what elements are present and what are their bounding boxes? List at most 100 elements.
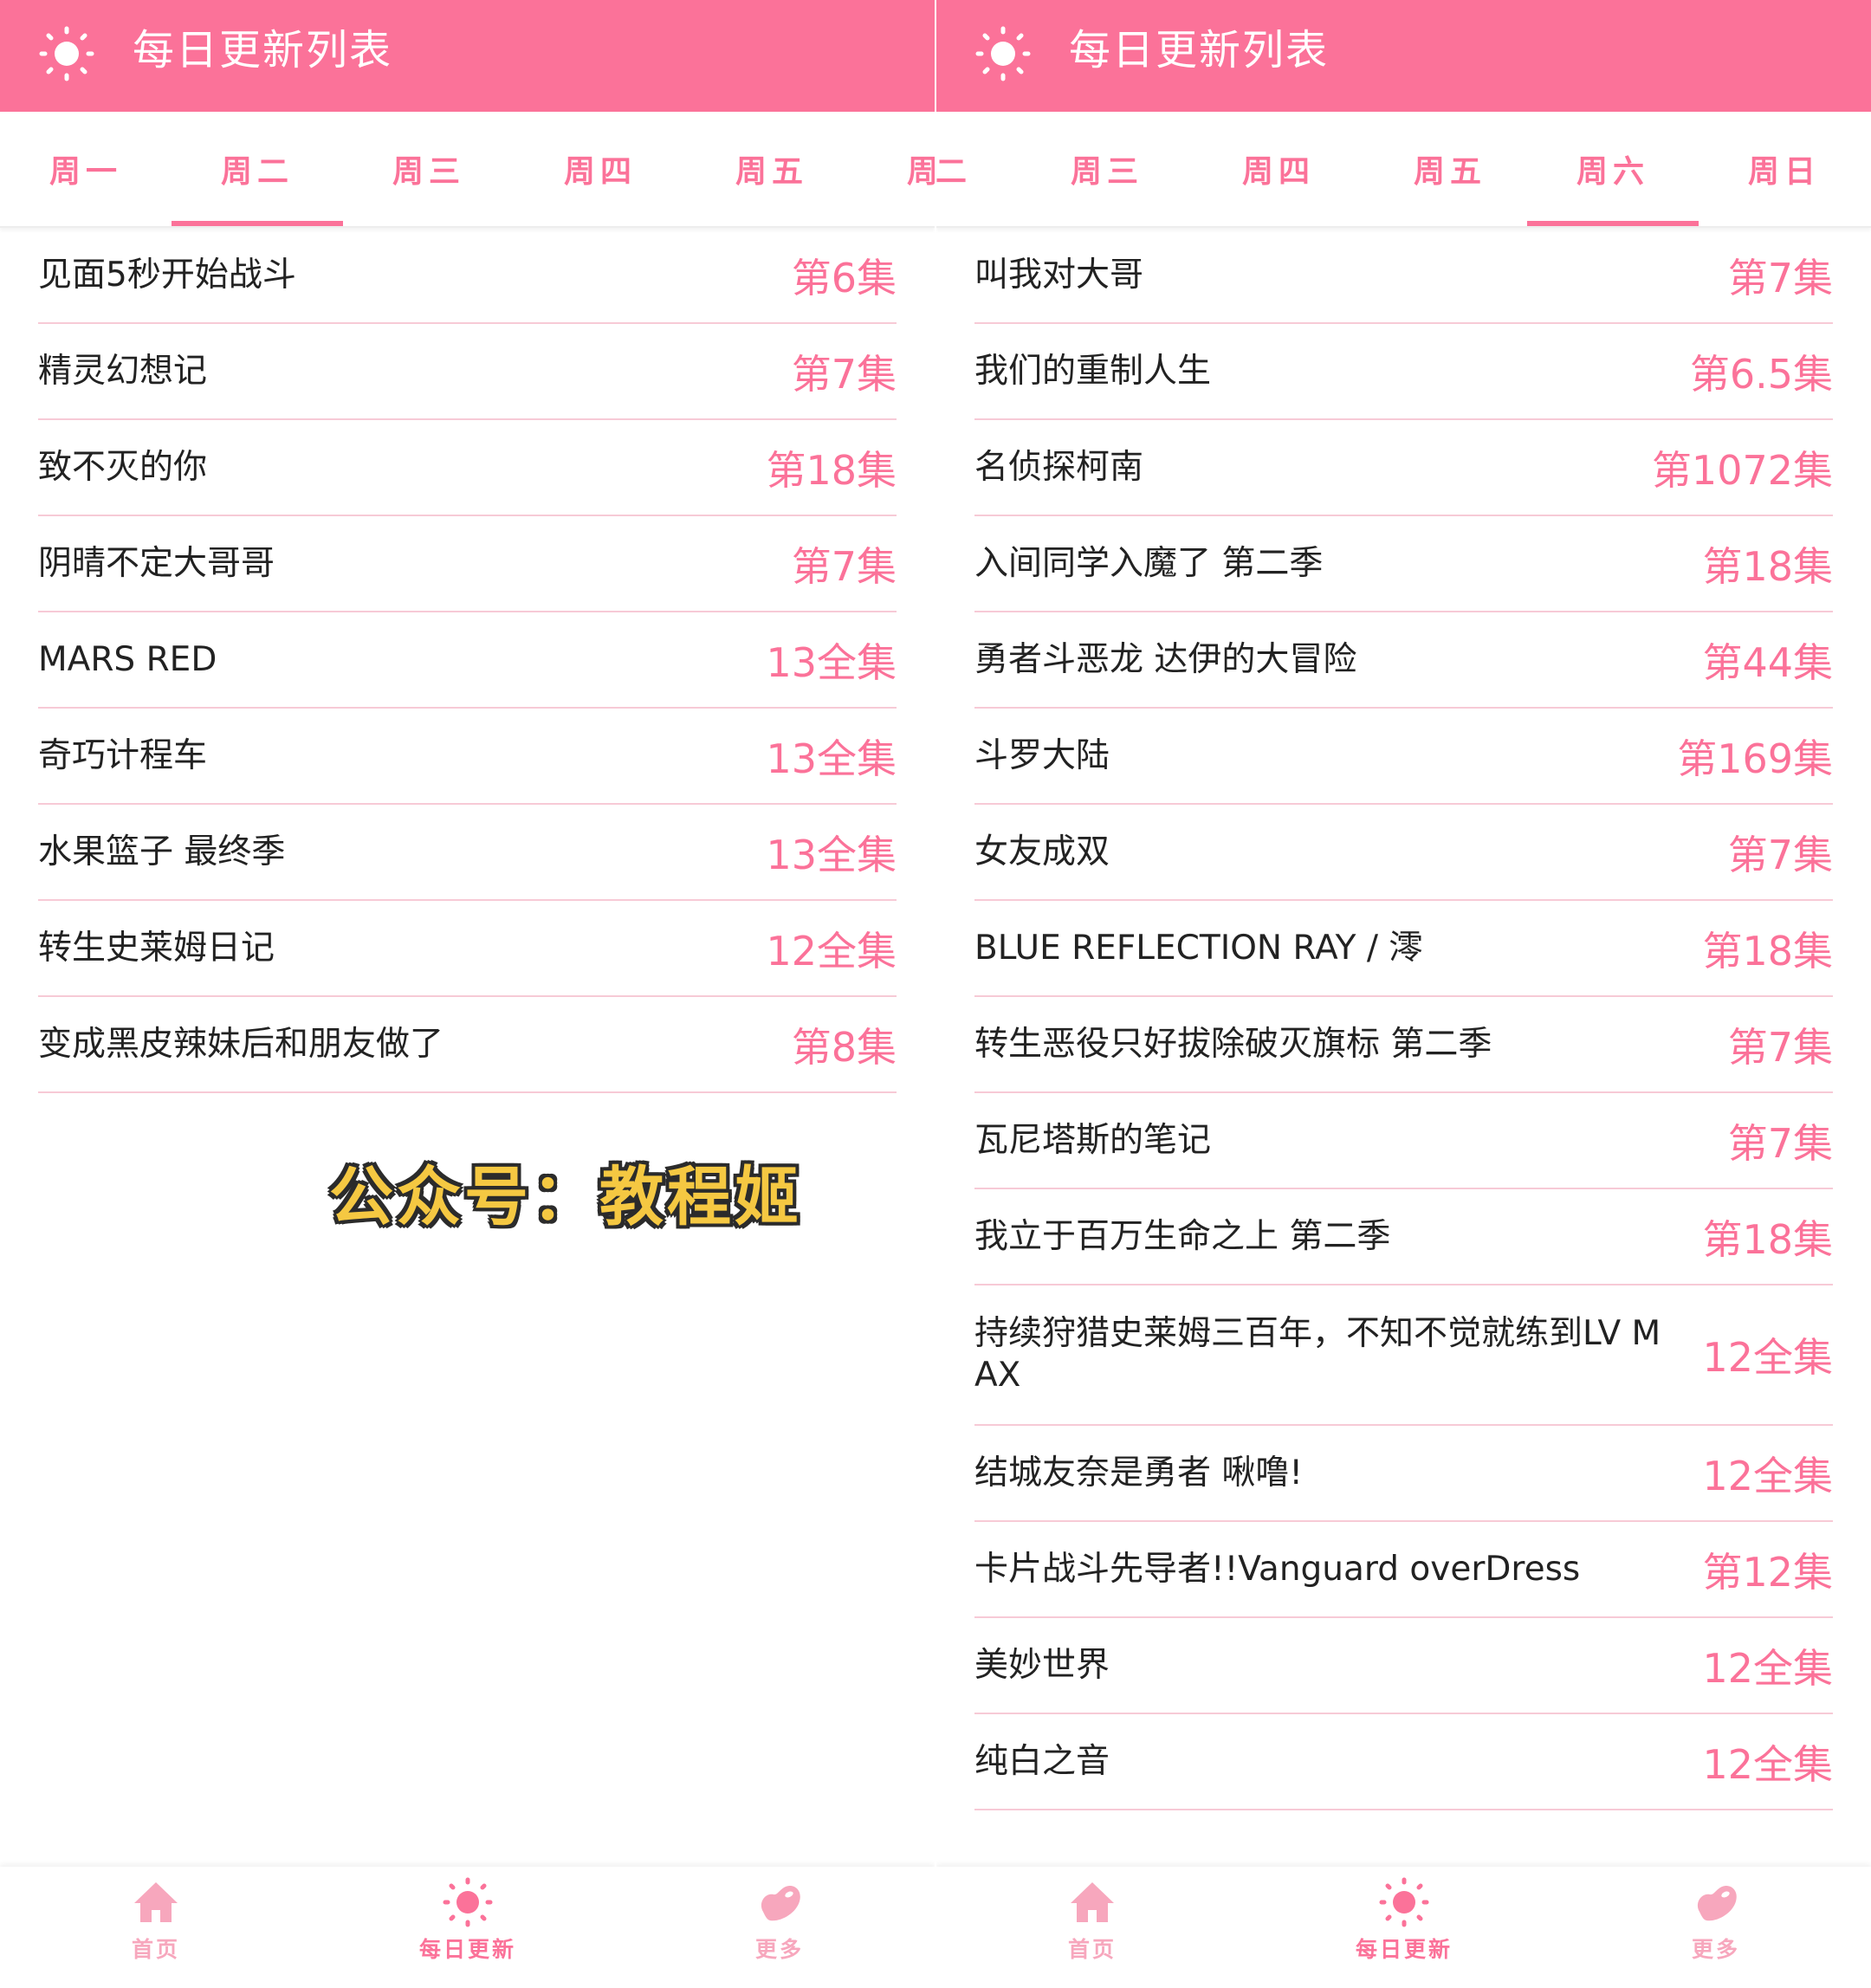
list-item[interactable]: 入间同学入魔了 第二季 第18集	[974, 516, 1833, 612]
anime-title: 瓦尼塔斯的笔记	[974, 1120, 1212, 1160]
anime-title: 勇者斗恶龙 达伊的大冒险	[974, 639, 1357, 679]
list-item[interactable]: 我立于百万生命之上 第二季 第18集	[974, 1189, 1833, 1285]
bottom-nav: 首页 每日更新 更多	[0, 1867, 935, 1988]
episode-count: 12全集	[1702, 1644, 1833, 1692]
app-bar: 每日更新列表	[0, 0, 935, 112]
tab-thursday[interactable]: 周四	[1193, 112, 1364, 226]
episode-count: 第1072集	[1651, 446, 1833, 494]
list-item[interactable]: 奇巧计程车 13全集	[38, 709, 897, 805]
list-item[interactable]: 变成黑皮辣妹后和朋友做了 第8集	[38, 997, 897, 1093]
episode-count: 第6.5集	[1689, 350, 1833, 398]
episode-count: 第7集	[791, 350, 897, 398]
watermark: 公众号：教程姬	[329, 1160, 802, 1234]
anime-title: MARS RED	[38, 639, 217, 679]
list-item[interactable]: 美妙世界 12全集	[974, 1618, 1833, 1714]
nav-home[interactable]: 首页	[1006, 1877, 1179, 1981]
nav-more-label: 更多	[1691, 1937, 1740, 1962]
anime-title: 致不灭的你	[38, 447, 208, 487]
home-icon	[1071, 1882, 1114, 1922]
anime-title: 转生史莱姆日记	[38, 928, 275, 968]
home-icon	[134, 1882, 178, 1922]
list-item[interactable]: 名侦探柯南 第1072集	[974, 420, 1833, 516]
episode-count: 第7集	[1727, 254, 1833, 301]
episode-count: 12全集	[1702, 1334, 1833, 1381]
list-item[interactable]: 卡片战斗先导者!!Vanguard overDress 第12集	[974, 1522, 1833, 1618]
anime-title: 转生恶役只好拔除破灭旗标 第二季	[974, 1024, 1492, 1064]
list-item[interactable]: 转生恶役只好拔除破灭旗标 第二季 第7集	[974, 997, 1833, 1093]
nav-more-label: 更多	[754, 1937, 804, 1962]
screen-right: 每日更新列表 周二 周三 周四 周五 周六 周日 叫我对大哥 第7集 我们的重制…	[936, 0, 1871, 1988]
bean-icon	[1697, 1885, 1737, 1921]
nav-more[interactable]: 更多	[1629, 1877, 1803, 1981]
list-item[interactable]: MARS RED 13全集	[38, 612, 897, 709]
episode-count: 第7集	[1727, 831, 1833, 878]
list-item[interactable]: 结城友奈是勇者 啾噜! 12全集	[974, 1426, 1833, 1522]
list-item[interactable]: 水果篮子 最终季 13全集	[38, 805, 897, 901]
anime-title: 纯白之音	[974, 1741, 1110, 1781]
anime-title: 变成黑皮辣妹后和朋友做了	[38, 1024, 444, 1064]
tab-friday[interactable]: 周五	[1364, 112, 1536, 226]
page-title: 每日更新列表	[133, 26, 393, 74]
nav-home[interactable]: 首页	[69, 1877, 243, 1981]
anime-title: 卡片战斗先导者!!Vanguard overDress	[974, 1549, 1581, 1589]
episode-count: 第18集	[1702, 1215, 1833, 1263]
tab-wednesday[interactable]: 周三	[1021, 112, 1193, 226]
nav-daily-update-label: 每日更新	[1355, 1937, 1453, 1962]
nav-daily-update[interactable]: 每日更新	[381, 1877, 554, 1981]
list-item[interactable]: 转生史莱姆日记 12全集	[38, 901, 897, 997]
episode-count: 第44集	[1702, 638, 1833, 686]
anime-title: 我们的重制人生	[974, 351, 1212, 391]
tab-saturday[interactable]: 周六	[858, 112, 935, 226]
tab-wednesday[interactable]: 周三	[343, 112, 515, 226]
list-item[interactable]: 精灵幻想记 第7集	[38, 324, 897, 420]
anime-title: 精灵幻想记	[38, 351, 208, 391]
episode-list: 叫我对大哥 第7集 我们的重制人生 第6.5集 名侦探柯南 第1072集 入间同…	[974, 228, 1833, 1810]
anime-title: 奇巧计程车	[38, 735, 208, 775]
episode-count: 13全集	[766, 735, 897, 782]
list-item[interactable]: 致不灭的你 第18集	[38, 420, 897, 516]
episode-count: 第169集	[1677, 735, 1833, 782]
nav-more[interactable]: 更多	[693, 1877, 866, 1981]
list-item[interactable]: 持续狩猎史莱姆三百年，不知不觉就练到LV MAX 12全集	[974, 1285, 1833, 1426]
tab-sunday[interactable]: 周日	[1699, 112, 1870, 226]
anime-title: 入间同学入魔了 第二季	[974, 543, 1324, 583]
sun-icon	[1379, 1877, 1429, 1927]
list-item[interactable]: 阴晴不定大哥哥 第7集	[38, 516, 897, 612]
list-item[interactable]: BLUE REFLECTION RAY / 澪 第18集	[974, 901, 1833, 997]
screen-left: 每日更新列表 周一 周二 周三 周四 周五 周六 见面5秒开始战斗 第6集 精灵…	[0, 0, 935, 1988]
list-item[interactable]: 斗罗大陆 第169集	[974, 709, 1833, 805]
list-item[interactable]: 我们的重制人生 第6.5集	[974, 324, 1833, 420]
episode-list: 见面5秒开始战斗 第6集 精灵幻想记 第7集 致不灭的你 第18集 阴晴不定大哥…	[38, 228, 897, 1093]
anime-title: 持续狩猎史莱姆三百年，不知不觉就练到LV MAX	[974, 1314, 1661, 1395]
episode-count: 第18集	[766, 446, 897, 494]
anime-title: BLUE REFLECTION RAY / 澪	[974, 928, 1423, 968]
nav-daily-update[interactable]: 每日更新	[1317, 1877, 1491, 1981]
nav-home-label: 首页	[131, 1937, 180, 1962]
list-item[interactable]: 见面5秒开始战斗 第6集	[38, 228, 897, 324]
sun-icon	[975, 26, 1031, 81]
list-item[interactable]: 女友成双 第7集	[974, 805, 1833, 901]
tab-thursday[interactable]: 周四	[515, 112, 686, 226]
tab-tuesday[interactable]: 周二	[936, 112, 1021, 226]
tab-friday[interactable]: 周五	[686, 112, 858, 226]
episode-count: 第8集	[791, 1023, 897, 1071]
tab-monday[interactable]: 周一	[0, 112, 172, 226]
sun-icon	[39, 26, 94, 81]
anime-title: 女友成双	[974, 832, 1110, 871]
anime-title: 美妙世界	[974, 1645, 1110, 1685]
list-item[interactable]: 勇者斗恶龙 达伊的大冒险 第44集	[974, 612, 1833, 709]
anime-title: 叫我对大哥	[974, 255, 1144, 295]
episode-count: 13全集	[766, 638, 897, 686]
episode-count: 第7集	[1727, 1023, 1833, 1071]
page-title: 每日更新列表	[1069, 26, 1330, 74]
episode-count: 12全集	[766, 927, 897, 975]
list-item[interactable]: 瓦尼塔斯的笔记 第7集	[974, 1093, 1833, 1189]
anime-title: 结城友奈是勇者 啾噜!	[974, 1453, 1304, 1493]
tab-saturday[interactable]: 周六	[1527, 112, 1699, 226]
episode-count: 第6集	[791, 254, 897, 301]
episode-count: 第18集	[1702, 542, 1833, 590]
list-item[interactable]: 叫我对大哥 第7集	[974, 228, 1833, 324]
episode-count: 第12集	[1702, 1548, 1833, 1596]
list-item[interactable]: 纯白之音 12全集	[974, 1714, 1833, 1810]
tab-tuesday[interactable]: 周二	[172, 112, 343, 226]
